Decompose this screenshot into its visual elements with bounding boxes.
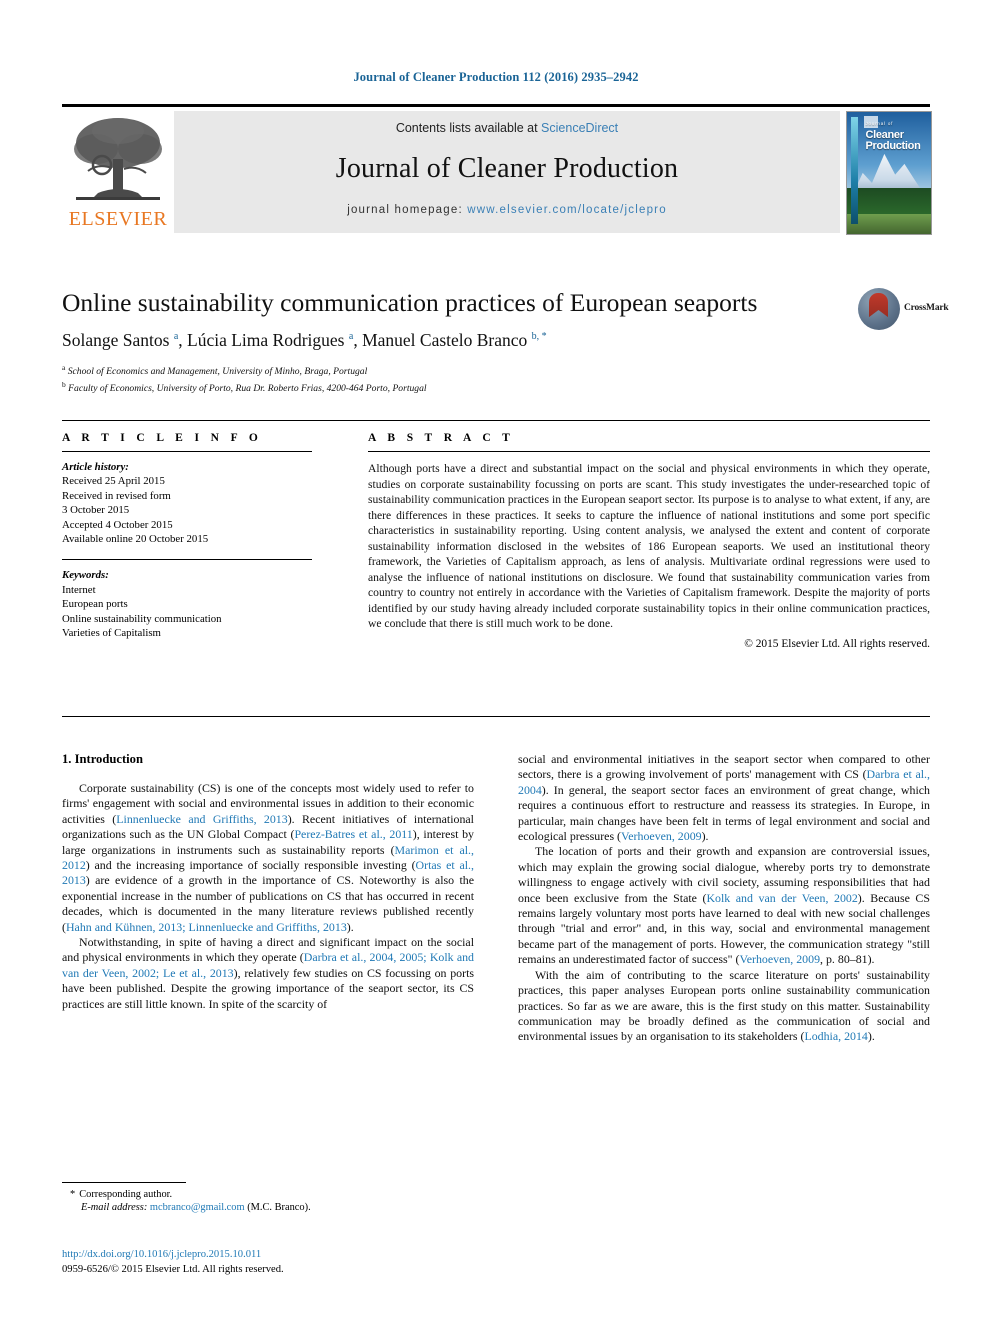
journal-title: Journal of Cleaner Production [335,153,679,184]
paragraph: With the aim of contributing to the scar… [518,967,930,1044]
abstract-column: A B S T R A C T Although ports have a di… [368,432,930,650]
crossmark-bookmark-shape [869,293,888,318]
keywords-block: Keywords: Internet European ports Online… [62,559,312,640]
elsevier-wordmark: ELSEVIER [68,208,168,230]
history-item: Accepted 4 October 2015 [62,518,173,531]
keyword-item: Varieties of Capitalism [62,627,161,640]
article-info-heading: A R T I C L E I N F O [62,432,263,444]
info-rule-top [62,420,930,421]
keywords-label: Keywords: [62,569,109,582]
corresponding-author-text: Corresponding author. [79,1189,173,1200]
author-list: Solange Santos a, Lúcia Lima Rodrigues a… [62,330,547,350]
cover-field [847,214,931,234]
paragraph: social and environmental initiatives in … [518,752,930,844]
keywords-rule [62,559,312,561]
body-column-right: social and environmental initiatives in … [518,752,930,1045]
crossmark-icon [858,288,900,330]
abstract-text: Although ports have a direct and substan… [368,462,930,630]
info-rule-bottom [62,716,930,717]
crossmark-label: CrossMark [904,303,949,313]
affiliation-b: b Faculty of Economics, University of Po… [62,379,427,394]
article-info-column: A R T I C L E I N F O Article history: R… [62,432,312,640]
page-title: Online sustainability communication prac… [62,288,758,317]
history-item: 3 October 2015 [62,504,130,517]
keyword-item: European ports [62,598,128,611]
article-page: Journal of Cleaner Production 112 (2016)… [0,0,992,1323]
crossmark-badge[interactable]: CrossMark [858,288,949,334]
elsevier-tree-icon [68,113,168,205]
abstract-heading: A B S T R A C T [368,432,515,444]
journal-homepage-line: journal homepage: www.elsevier.com/locat… [174,204,840,216]
cover-title-line1: Cleaner [865,128,904,141]
homepage-label: journal homepage: [347,204,468,216]
paragraph: Notwithstanding, in spite of having a di… [62,935,474,1011]
footnote-rule [62,1182,186,1183]
asterisk-icon: * [70,1189,76,1200]
sciencedirect-link[interactable]: ScienceDirect [541,121,618,135]
footnote-block: * Corresponding author. E-mail address: m… [62,1182,474,1213]
affiliation-a-text: School of Economics and Management, Univ… [67,366,368,378]
running-head: Journal of Cleaner Production 112 (2016)… [353,70,639,84]
issn-copyright-line: 0959-6526/© 2015 Elsevier Ltd. All right… [62,1263,284,1275]
article-history: Article history: Received 25 April 2015 … [62,460,312,546]
cover-title-line2: Production [865,140,921,153]
paragraph: Corporate sustainability (CS) is one of … [62,781,474,934]
section-heading-introduction: 1. Introduction [62,752,143,766]
cover-title: Journal of Cleaner Production [865,118,927,153]
cover-forest [847,187,931,217]
cover-side-bar [851,116,858,225]
email-note: E-mail address: mcbranco@gmail.com (M.C.… [62,1202,474,1213]
elsevier-logo: ELSEVIER [62,111,174,233]
journal-cover-thumbnail: Journal of Cleaner Production [846,111,932,235]
banner-center: Contents lists available at ScienceDirec… [174,111,840,233]
email-owner: (M.C. Branco). [247,1202,311,1213]
keyword-item: Internet [62,583,96,596]
homepage-url-link[interactable]: www.elsevier.com/locate/jclepro [467,204,667,216]
contents-line: Contents lists available at ScienceDirec… [174,121,840,135]
affiliations: a School of Economics and Management, Un… [62,362,762,395]
paragraph: The location of ports and their growth a… [518,844,930,967]
history-item: Available online 20 October 2015 [62,533,209,546]
email-label: E-mail address: [81,1202,148,1213]
journal-banner: ELSEVIER Contents lists available at Sci… [62,104,932,235]
abstract-copyright: © 2015 Elsevier Ltd. All rights reserved… [744,637,930,650]
email-link[interactable]: mcbranco@gmail.com [150,1202,245,1213]
keywords-list: Keywords: Internet European ports Online… [62,568,312,640]
history-item: Received in revised form [62,489,171,502]
contents-prefix: Contents lists available at [395,121,542,135]
article-info-underline [62,451,312,452]
affiliation-a: a School of Economics and Management, Un… [62,363,368,378]
keyword-item: Online sustainability communication [62,612,222,625]
doi-link[interactable]: http://dx.doi.org/10.1016/j.jclepro.2015… [62,1248,492,1263]
corresponding-author-note: * Corresponding author. [62,1188,474,1202]
history-item: Received 25 April 2015 [62,475,165,488]
article-history-label: Article history: [62,461,129,473]
body-column-left: 1. Introduction Corporate sustainability… [62,752,474,1012]
abstract-underline [368,451,930,452]
affiliation-b-text: Faculty of Economics, University of Port… [68,382,427,394]
doi-block: http://dx.doi.org/10.1016/j.jclepro.2015… [62,1248,492,1277]
